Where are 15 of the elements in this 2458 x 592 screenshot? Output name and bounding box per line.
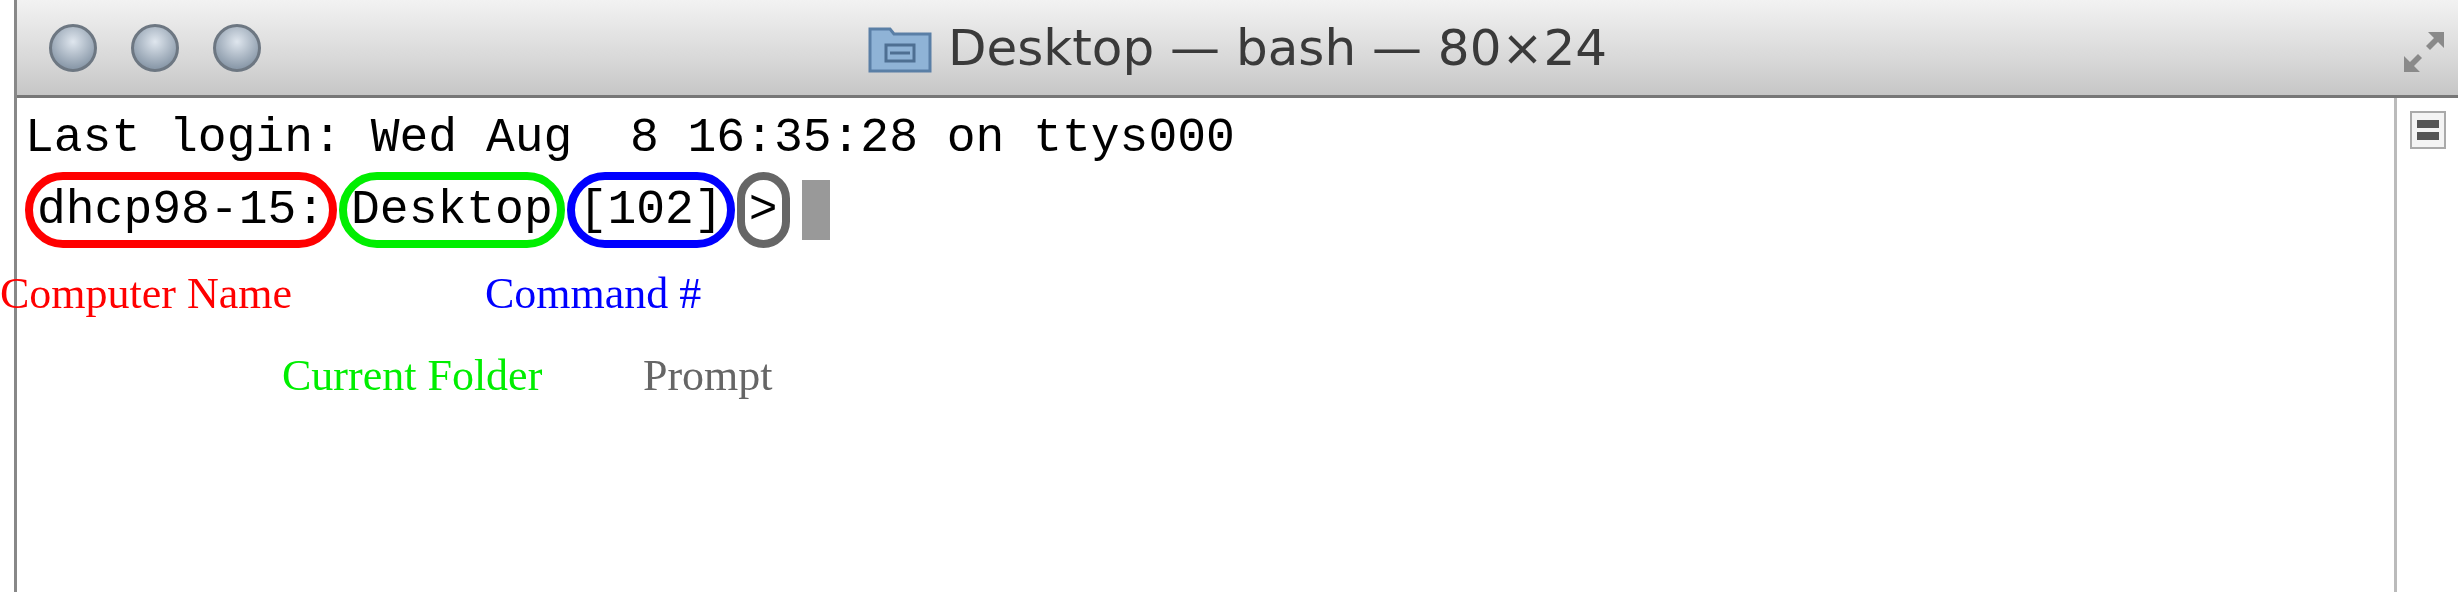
annotation-label: Current Folder: [282, 350, 543, 401]
zoom-button[interactable]: [213, 23, 261, 72]
annotation-label: Prompt: [643, 350, 773, 401]
split-pane-icon[interactable]: [2408, 110, 2447, 150]
annotation-label: Computer Name: [0, 268, 293, 319]
terminal-line: Last login: Wed Aug 8 16:35:28 on ttys000: [25, 110, 1236, 167]
annotation-label: Command #: [485, 268, 702, 319]
text-cursor: [801, 180, 830, 240]
window-title: Desktop — bash — 80×24: [947, 18, 1607, 77]
highlighted-prompt-part: [102]: [566, 172, 735, 248]
close-button[interactable]: [49, 23, 97, 72]
minimize-button[interactable]: [131, 23, 179, 72]
highlighted-prompt-part: dhcp98-15:: [25, 172, 338, 248]
highlighted-prompt-part: Desktop: [339, 172, 565, 248]
highlighted-prompt-part: >: [736, 172, 790, 248]
